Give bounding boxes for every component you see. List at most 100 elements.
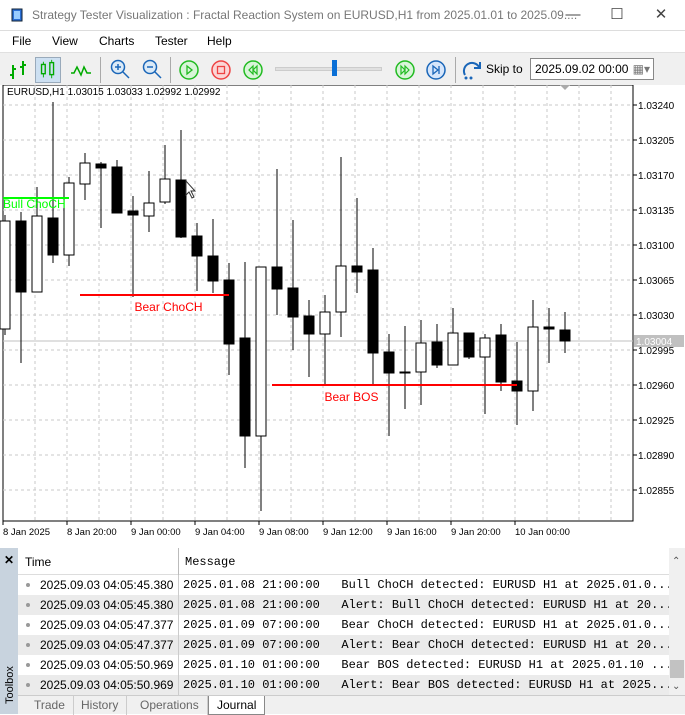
line-chart-icon[interactable] — [68, 57, 94, 83]
speed-slider-track[interactable] — [275, 67, 382, 71]
row-time: 2025.09.03 04:05:45.380 — [40, 578, 174, 592]
column-divider — [178, 655, 179, 675]
tab-operations[interactable]: Operations — [132, 696, 208, 715]
bull-candle[interactable] — [335, 265, 347, 313]
bear-candle[interactable] — [271, 266, 283, 290]
bear-candle[interactable] — [239, 337, 251, 437]
column-divider[interactable] — [178, 548, 179, 575]
x-tick-label: 8 Jan 2025 — [3, 527, 50, 538]
menu-charts[interactable]: Charts — [99, 34, 134, 48]
bear-candle[interactable] — [111, 166, 123, 214]
bar-chart-icon[interactable] — [5, 57, 31, 83]
close-button[interactable]: ✕ — [641, 4, 681, 26]
skip-to-icon[interactable] — [460, 57, 486, 83]
bear-candle[interactable] — [463, 332, 475, 358]
journal-row[interactable]: 2025.09.03 04:05:45.380 2025.01.08 21:00:… — [18, 595, 673, 615]
bear-candle[interactable] — [399, 371, 411, 374]
bear-candle[interactable] — [431, 341, 443, 366]
zoom-in-icon[interactable] — [107, 57, 133, 83]
journal-scrollbar[interactable]: ⌃ ⌄ — [669, 548, 685, 695]
scroll-up-icon[interactable]: ⌃ — [672, 556, 680, 567]
stop-icon[interactable] — [208, 57, 234, 83]
journal-row[interactable]: 2025.09.03 04:05:47.377 2025.01.09 07:00:… — [18, 635, 673, 655]
tab-trade[interactable]: Trade — [26, 696, 74, 715]
log-dot-icon — [26, 623, 30, 627]
column-divider — [178, 615, 179, 635]
journal-row[interactable]: 2025.09.03 04:05:47.377 2025.01.09 07:00:… — [18, 615, 673, 635]
bear-candle[interactable] — [367, 269, 379, 354]
column-divider — [178, 675, 179, 695]
rewind-icon[interactable] — [240, 57, 266, 83]
calendar-dropdown-icon[interactable]: ▦▾ — [633, 62, 650, 76]
bear-candle[interactable] — [559, 329, 571, 342]
chart-canvas[interactable]: 1.03240 1.03205 1.03170 1.03135 1.03100 1.030… — [0, 85, 685, 548]
bull-candle[interactable] — [479, 337, 491, 358]
column-divider — [178, 575, 179, 595]
log-dot-icon — [26, 603, 30, 607]
maximize-button[interactable]: ☐ — [597, 4, 637, 26]
bear-candle[interactable] — [95, 163, 107, 169]
bull-candle[interactable] — [527, 326, 539, 392]
fast-forward-icon[interactable] — [392, 57, 418, 83]
y-tick-label: 1.03205 — [638, 136, 675, 147]
zoom-out-icon[interactable] — [139, 57, 165, 83]
scroll-thumb[interactable] — [670, 660, 684, 678]
menu-view[interactable]: View — [52, 34, 78, 48]
bull-candle[interactable] — [79, 162, 91, 185]
bull-candle[interactable] — [0, 220, 11, 330]
column-divider — [178, 635, 179, 655]
separator — [170, 57, 171, 83]
bear-candle[interactable] — [543, 326, 555, 330]
structure-label: Bull ChoCH — [3, 197, 66, 211]
toolbox-strip: ✕ Toolbox — [0, 548, 18, 714]
close-toolbox-icon[interactable]: ✕ — [4, 553, 14, 567]
tab-journal[interactable]: Journal — [208, 696, 266, 715]
bear-candle[interactable] — [175, 179, 187, 238]
menu-tester[interactable]: Tester — [155, 34, 188, 48]
bear-candle[interactable] — [495, 334, 507, 383]
menu-bar: File View Charts Tester Help — [0, 30, 685, 52]
row-time: 2025.09.03 04:05:47.377 — [40, 618, 174, 632]
bear-candle[interactable] — [191, 235, 203, 257]
bull-candle[interactable] — [319, 311, 331, 335]
bull-candle[interactable] — [447, 332, 459, 366]
bear-candle[interactable] — [127, 210, 139, 216]
bear-candle[interactable] — [47, 217, 59, 256]
separator — [100, 57, 101, 83]
bear-candle[interactable] — [223, 279, 235, 345]
column-time[interactable]: Time — [25, 555, 51, 569]
bull-candle[interactable] — [159, 178, 171, 203]
play-icon[interactable] — [176, 57, 202, 83]
bear-candle[interactable] — [303, 315, 315, 335]
price-chart[interactable]: 1.03240 1.03205 1.03170 1.03135 1.03100 1.030… — [0, 85, 685, 548]
bull-candle[interactable] — [143, 202, 155, 217]
scroll-down-icon[interactable]: ⌄ — [672, 681, 680, 692]
journal-row[interactable]: 2025.09.03 04:05:50.969 2025.01.10 01:00:… — [18, 655, 673, 675]
bull-candle[interactable] — [31, 215, 43, 293]
bear-candle[interactable] — [383, 351, 395, 374]
bear-candle[interactable] — [287, 287, 299, 318]
column-divider — [178, 595, 179, 615]
x-tick-label: 9 Jan 12:00 — [323, 527, 373, 538]
candlestick-chart-icon[interactable] — [35, 57, 61, 83]
bear-candle[interactable] — [15, 220, 27, 293]
minimize-button[interactable]: — — [553, 4, 593, 26]
journal-row[interactable]: 2025.09.03 04:05:50.969 2025.01.10 01:00:… — [18, 675, 673, 695]
bull-candle[interactable] — [415, 342, 427, 373]
bear-candle[interactable] — [351, 265, 363, 273]
bull-candle[interactable] — [255, 266, 267, 437]
row-message: 2025.01.10 01:00:00 Alert: Bear BOS dete… — [183, 678, 673, 692]
column-message[interactable]: Message — [185, 555, 235, 569]
menu-help[interactable]: Help — [207, 34, 232, 48]
journal-row[interactable]: 2025.09.03 04:05:45.380 2025.01.08 21:00:… — [18, 575, 673, 595]
x-tick-label: 9 Jan 16:00 — [387, 527, 437, 538]
bull-candle[interactable] — [63, 182, 75, 256]
bear-candle[interactable] — [207, 255, 219, 282]
y-tick-label: 1.02855 — [638, 486, 675, 497]
menu-file[interactable]: File — [12, 34, 31, 48]
step-forward-icon[interactable] — [423, 57, 449, 83]
skip-to-datetime-input[interactable]: 2025.09.02 00:00 ▦▾ — [530, 58, 654, 80]
tab-history[interactable]: History — [73, 696, 128, 715]
speed-slider-thumb[interactable] — [332, 60, 337, 76]
x-tick-label: 8 Jan 20:00 — [67, 527, 117, 538]
